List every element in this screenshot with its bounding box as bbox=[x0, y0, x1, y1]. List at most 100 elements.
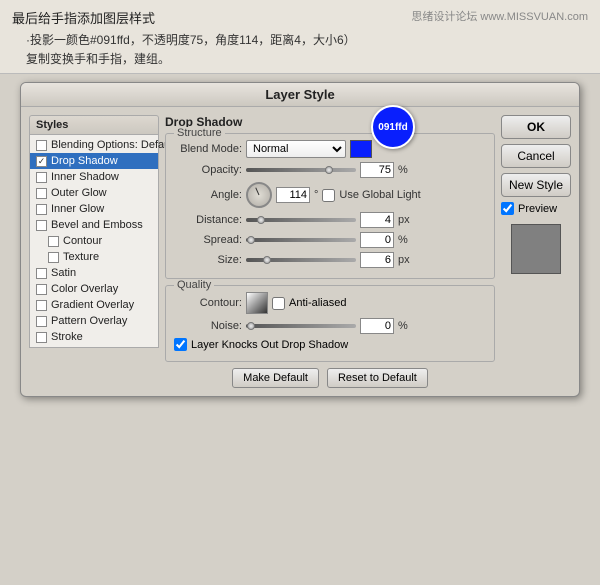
style-item-drop-shadow[interactable]: Drop Shadow bbox=[30, 153, 158, 169]
color-badge: 091ffd bbox=[371, 105, 415, 149]
opacity-slider-container bbox=[246, 168, 356, 172]
noise-slider-track[interactable] bbox=[246, 324, 356, 328]
checkbox-color-overlay bbox=[36, 284, 47, 295]
blend-mode-row: Blend Mode: Normal Multiply Screen bbox=[174, 140, 486, 158]
preview-label: Preview bbox=[518, 203, 557, 215]
right-panel: OK Cancel New Style Preview bbox=[501, 115, 571, 388]
styles-panel: Styles Blending Options: Default Drop Sh… bbox=[29, 115, 159, 388]
noise-slider-thumb[interactable] bbox=[247, 322, 255, 330]
blend-mode-select[interactable]: Normal Multiply Screen bbox=[246, 140, 346, 158]
structure-box: Structure Blend Mode: Normal Multiply Sc… bbox=[165, 133, 495, 279]
size-slider-thumb[interactable] bbox=[263, 256, 271, 264]
angle-hand bbox=[255, 187, 259, 195]
style-item-contour[interactable]: Contour bbox=[30, 233, 158, 249]
angle-input[interactable] bbox=[276, 187, 310, 203]
distance-input[interactable] bbox=[360, 212, 394, 228]
layer-style-dialog: Layer Style Styles Blending Options: Def… bbox=[20, 82, 580, 397]
angle-dial[interactable] bbox=[246, 182, 272, 208]
preview-checkbox[interactable] bbox=[501, 202, 514, 215]
contour-preview[interactable] bbox=[246, 292, 268, 314]
new-style-button[interactable]: New Style bbox=[501, 173, 571, 197]
anti-aliased-label: Anti-aliased bbox=[289, 297, 346, 309]
size-input[interactable] bbox=[360, 252, 394, 268]
dialog-title: Layer Style bbox=[21, 83, 579, 107]
style-label-color-overlay: Color Overlay bbox=[51, 283, 118, 295]
style-label-inner-glow: Inner Glow bbox=[51, 203, 104, 215]
style-label-inner-shadow: Inner Shadow bbox=[51, 171, 119, 183]
top-annotation: 最后给手指添加图层样式 ·投影一颜色#091ffd，不透明度75，角度114，距… bbox=[0, 0, 600, 74]
noise-input[interactable] bbox=[360, 318, 394, 334]
watermark: 思绪设计论坛 www.MISSVUAN.com bbox=[411, 8, 588, 24]
style-item-gradient-overlay[interactable]: Gradient Overlay bbox=[30, 297, 158, 313]
checkbox-bevel-emboss bbox=[36, 220, 47, 231]
style-label-satin: Satin bbox=[51, 267, 76, 279]
angle-label: Angle: bbox=[174, 189, 242, 201]
use-global-light-checkbox[interactable] bbox=[322, 189, 335, 202]
spread-slider-thumb[interactable] bbox=[247, 236, 255, 244]
angle-container: ° Use Global Light bbox=[246, 182, 421, 208]
contour-row: Contour: Anti-aliased bbox=[174, 292, 486, 314]
noise-slider-container bbox=[246, 324, 356, 328]
top-desc2: 复制变换手和手指，建组。 bbox=[12, 50, 588, 67]
size-slider-track[interactable] bbox=[246, 258, 356, 262]
blend-color-swatch[interactable] bbox=[350, 140, 372, 158]
spread-unit: % bbox=[398, 234, 408, 246]
spread-label: Spread: bbox=[174, 234, 242, 246]
noise-unit: % bbox=[398, 320, 408, 332]
style-item-texture[interactable]: Texture bbox=[30, 249, 158, 265]
size-label: Size: bbox=[174, 254, 242, 266]
anti-aliased-checkbox[interactable] bbox=[272, 297, 285, 310]
style-item-outer-glow[interactable]: Outer Glow bbox=[30, 185, 158, 201]
angle-row: Angle: ° Use Global Light bbox=[174, 182, 486, 208]
style-item-satin[interactable]: Satin bbox=[30, 265, 158, 281]
main-content: 091ffd Drop Shadow Structure Blend Mode:… bbox=[165, 115, 495, 388]
style-item-bevel-emboss[interactable]: Bevel and Emboss bbox=[30, 217, 158, 233]
noise-row: Noise: % bbox=[174, 318, 486, 334]
reset-default-button[interactable]: Reset to Default bbox=[327, 368, 428, 388]
styles-header: Styles bbox=[29, 115, 159, 135]
distance-row: Distance: px bbox=[174, 212, 486, 228]
quality-label: Quality bbox=[174, 279, 214, 291]
blend-mode-label: Blend Mode: bbox=[174, 143, 242, 155]
style-item-blending[interactable]: Blending Options: Default bbox=[30, 137, 158, 153]
style-item-pattern-overlay[interactable]: Pattern Overlay bbox=[30, 313, 158, 329]
style-label-texture: Texture bbox=[63, 251, 99, 263]
distance-label: Distance: bbox=[174, 214, 242, 226]
distance-slider-thumb[interactable] bbox=[257, 216, 265, 224]
style-item-inner-shadow[interactable]: Inner Shadow bbox=[30, 169, 158, 185]
spread-slider-container bbox=[246, 238, 356, 242]
layer-knocks-checkbox[interactable] bbox=[174, 338, 187, 351]
distance-slider-track[interactable] bbox=[246, 218, 356, 222]
styles-list: Blending Options: Default Drop Shadow In… bbox=[29, 135, 159, 348]
checkbox-contour bbox=[48, 236, 59, 247]
opacity-label: Opacity: bbox=[174, 164, 242, 176]
opacity-slider-track[interactable] bbox=[246, 168, 356, 172]
style-item-inner-glow[interactable]: Inner Glow bbox=[30, 201, 158, 217]
structure-label: Structure bbox=[174, 127, 225, 139]
layer-knocks-label: Layer Knocks Out Drop Shadow bbox=[191, 339, 348, 351]
opacity-row: Opacity: % bbox=[174, 162, 486, 178]
contour-label: Contour: bbox=[174, 297, 242, 309]
noise-label: Noise: bbox=[174, 320, 242, 332]
style-item-stroke[interactable]: Stroke bbox=[30, 329, 158, 345]
size-slider-container bbox=[246, 258, 356, 262]
style-label-drop-shadow: Drop Shadow bbox=[51, 155, 118, 167]
dialog-body: Styles Blending Options: Default Drop Sh… bbox=[21, 107, 579, 396]
preview-swatch bbox=[511, 224, 561, 274]
checkbox-pattern-overlay bbox=[36, 316, 47, 327]
opacity-unit: % bbox=[398, 164, 408, 176]
spread-slider-track[interactable] bbox=[246, 238, 356, 242]
opacity-input[interactable] bbox=[360, 162, 394, 178]
layer-knocks-row: Layer Knocks Out Drop Shadow bbox=[174, 338, 486, 351]
opacity-slider-thumb[interactable] bbox=[325, 166, 333, 174]
preview-row: Preview bbox=[501, 202, 571, 215]
spread-input[interactable] bbox=[360, 232, 394, 248]
cancel-button[interactable]: Cancel bbox=[501, 144, 571, 168]
style-item-color-overlay[interactable]: Color Overlay bbox=[30, 281, 158, 297]
checkbox-outer-glow bbox=[36, 188, 47, 199]
distance-slider-container bbox=[246, 218, 356, 222]
size-unit: px bbox=[398, 254, 410, 266]
ok-button[interactable]: OK bbox=[501, 115, 571, 139]
make-default-button[interactable]: Make Default bbox=[232, 368, 319, 388]
size-row: Size: px bbox=[174, 252, 486, 268]
